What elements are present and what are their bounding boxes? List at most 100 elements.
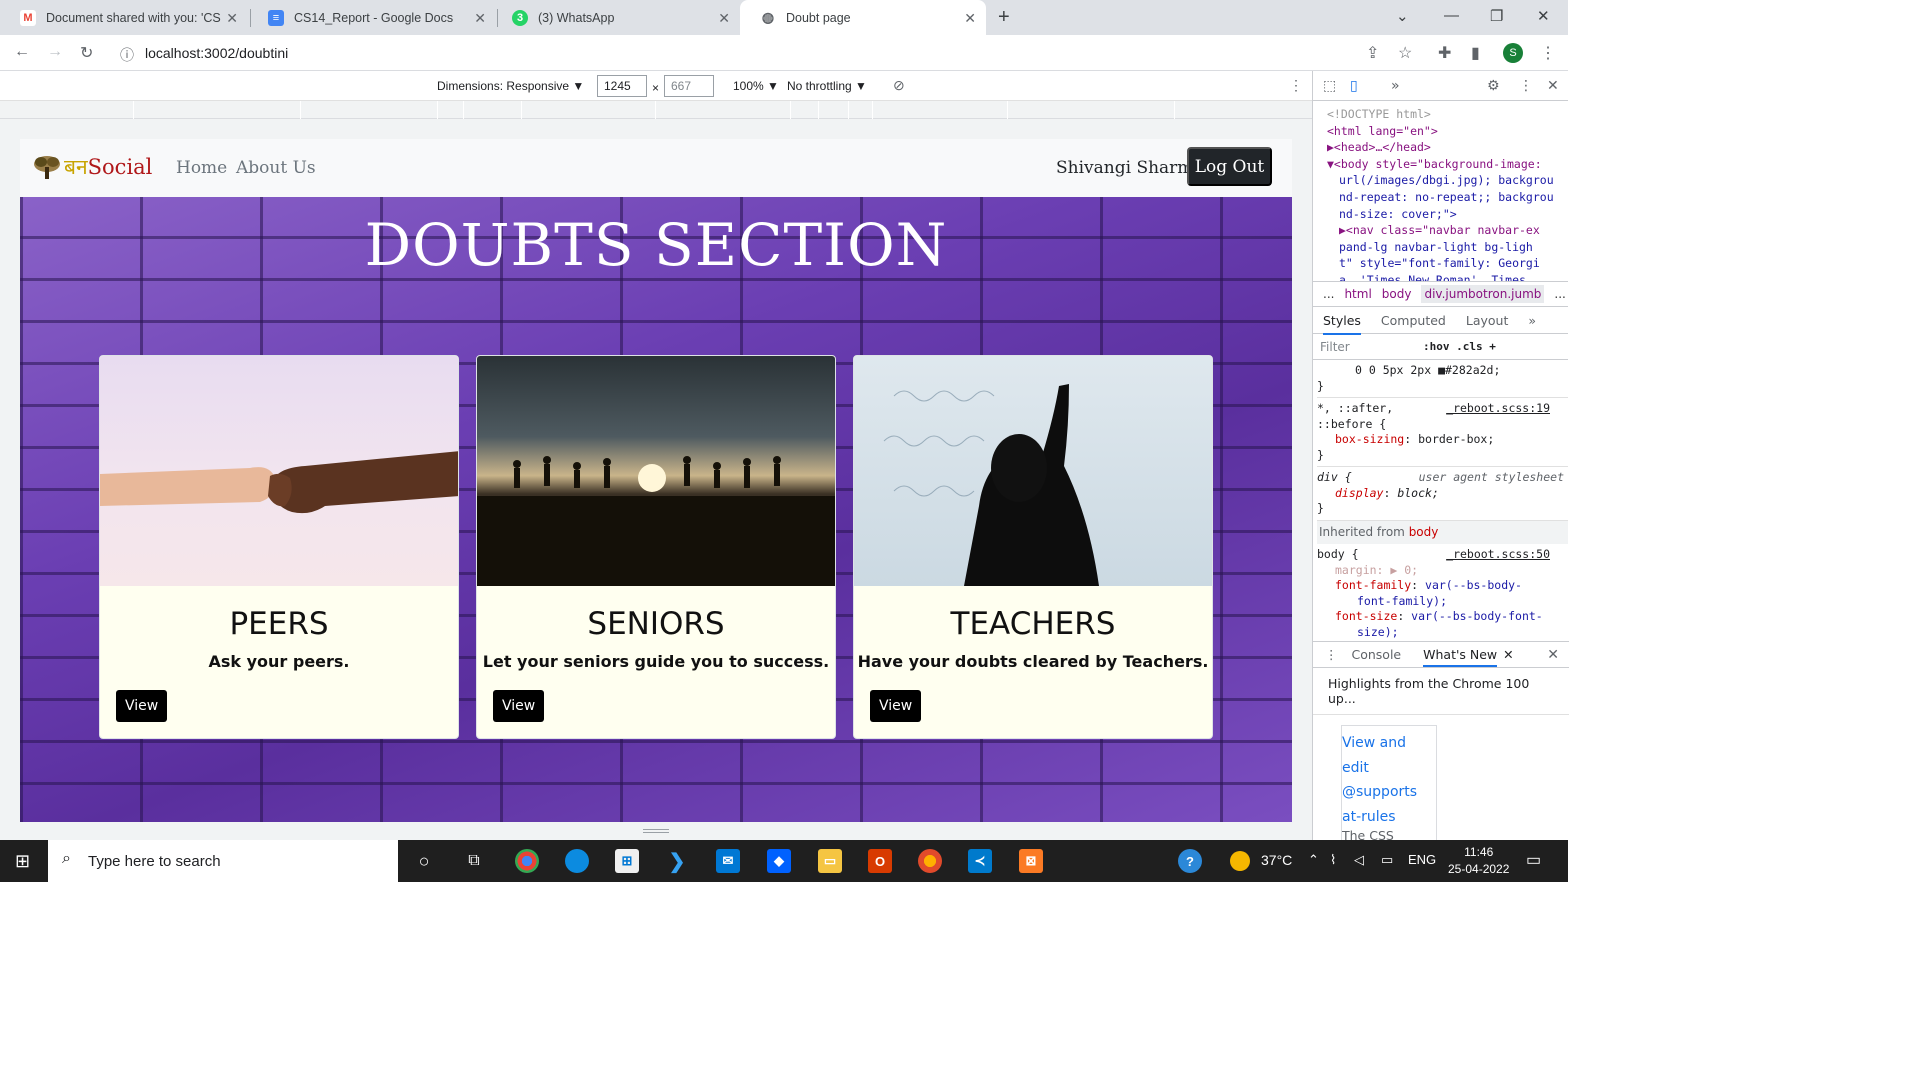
tab-doubt-page[interactable]: ◍ Doubt page ✕ (740, 0, 986, 35)
dropbox-icon[interactable]: ◆ (767, 849, 791, 873)
tab-whats-new[interactable]: What's New (1423, 647, 1498, 667)
task-view-icon[interactable]: ⧉ (462, 849, 486, 873)
close-icon[interactable]: ✕ (718, 10, 730, 27)
filter-input[interactable]: Filter (1320, 340, 1350, 354)
tab-search-icon[interactable]: ⌄ (1396, 7, 1409, 25)
crumb-body[interactable]: body (1382, 287, 1412, 301)
tab-docs[interactable]: ≡ CS14_Report - Google Docs ✕ (248, 0, 496, 35)
close-devtools-icon[interactable]: ✕ (1547, 78, 1559, 94)
close-drawer-icon[interactable]: ✕ (1547, 647, 1559, 663)
close-icon[interactable]: ✕ (964, 10, 976, 27)
crumb-more[interactable]: ... (1554, 287, 1565, 301)
tab-whatsapp[interactable]: 3 (3) WhatsApp ✕ (492, 0, 740, 35)
tab-styles[interactable]: Styles (1323, 313, 1361, 335)
info-icon[interactable]: ⓘ (120, 45, 134, 65)
height-input[interactable]: 667 (664, 75, 714, 97)
close-icon[interactable]: ✕ (474, 10, 486, 27)
battery-icon[interactable]: ▭ (1381, 852, 1393, 868)
style-line[interactable]: display: block; (1317, 486, 1568, 502)
maximize-button[interactable]: ❐ (1490, 7, 1503, 25)
share-icon[interactable]: ⇪ (1366, 43, 1379, 63)
dom-line[interactable]: ▶<head>…</head> (1327, 139, 1568, 156)
minimize-button[interactable]: — (1444, 7, 1459, 24)
style-line[interactable]: font-size: var(--bs-body-font- (1317, 609, 1568, 625)
dom-line[interactable]: ▼<body style="background-image: (1327, 156, 1568, 173)
nav-home[interactable]: Home (176, 158, 227, 178)
clock[interactable]: 11:46 25-04-2022 (1448, 844, 1509, 878)
dom-line[interactable]: nd-repeat: no-repeat;; backgrou (1327, 189, 1568, 206)
throttle-select[interactable]: No throttling ▼ (787, 79, 867, 93)
forward-icon[interactable]: → (47, 43, 63, 61)
side-panel-icon[interactable]: ▮ (1471, 43, 1480, 63)
office-icon[interactable]: O (868, 849, 892, 873)
dom-line[interactable]: a, 'Times New Roman', Times, (1327, 272, 1568, 281)
firefox-icon[interactable] (918, 849, 942, 873)
reload-icon[interactable]: ↻ (80, 43, 93, 63)
logout-button[interactable]: Log Out (1187, 147, 1272, 186)
notification-icon[interactable]: ▭ (1526, 850, 1541, 870)
dom-line[interactable]: nd-size: cover;"> (1327, 206, 1568, 223)
close-tab-icon[interactable]: ✕ (1503, 647, 1513, 662)
whats-new-card[interactable]: View and edit @supports at-rules The CSS… (1341, 725, 1437, 855)
extensions-icon[interactable]: ✚ (1438, 43, 1451, 63)
settings-icon[interactable]: ⚙ (1487, 78, 1500, 94)
more-tabs-icon[interactable]: » (1391, 78, 1400, 94)
dom-line[interactable]: pand-lg navbar-light bg-ligh (1327, 239, 1568, 256)
view-button[interactable]: View (116, 690, 168, 722)
store-icon[interactable]: ⊞ (615, 849, 639, 873)
edge-icon[interactable] (565, 849, 589, 873)
dom-line[interactable]: t" style="font-family: Georgi (1327, 255, 1568, 272)
style-line[interactable]: margin: ▶ 0; (1317, 563, 1568, 579)
media-query-ruler[interactable] (0, 101, 1312, 119)
more-options-icon[interactable]: ⋮ (1289, 77, 1303, 94)
help-icon[interactable]: ? (1178, 849, 1202, 873)
inspect-icon[interactable]: ⬚ (1323, 78, 1336, 94)
tab-computed[interactable]: Computed (1381, 313, 1446, 328)
rotate-icon[interactable]: ⊘ (893, 77, 905, 94)
vscode-icon[interactable]: ≺ (968, 849, 992, 873)
windows-start-icon[interactable]: ⊞ (15, 851, 30, 872)
device-toggle-icon[interactable]: ▯ (1350, 78, 1358, 94)
language-indicator[interactable]: ENG (1408, 852, 1436, 867)
chrome-icon[interactable] (515, 849, 539, 873)
cortana-icon[interactable]: ○ (412, 849, 436, 873)
url-input[interactable]: localhost:3002/doubtini (145, 45, 288, 61)
crumb-ellipsis[interactable]: ... (1323, 287, 1334, 301)
style-line[interactable]: box-sizing: border-box; (1317, 432, 1568, 448)
weather-icon[interactable] (1230, 851, 1250, 871)
profile-avatar[interactable]: S (1503, 43, 1523, 63)
tray-chevron-icon[interactable]: ⌃ (1308, 852, 1319, 868)
network-icon[interactable]: ⌇ (1330, 852, 1336, 868)
brand-logo[interactable]: बन Social (32, 153, 152, 181)
tab-console[interactable]: Console (1352, 647, 1402, 662)
menu-icon[interactable]: ⋮ (1540, 43, 1556, 63)
xampp-icon[interactable]: ⊠ (1019, 849, 1043, 873)
drawer-menu-icon[interactable]: ⋮ (1325, 647, 1338, 662)
style-line[interactable]: font-family: var(--bs-body- (1317, 578, 1568, 594)
nav-about-us[interactable]: About Us (236, 158, 316, 178)
crumb-html[interactable]: html (1344, 287, 1371, 301)
dom-line[interactable]: <!DOCTYPE html> (1327, 106, 1568, 123)
dom-line[interactable]: url(/images/dbgi.jpg); backgrou (1327, 172, 1568, 189)
view-button[interactable]: View (493, 690, 545, 722)
mail-icon[interactable]: ✉ (716, 849, 740, 873)
whats-new-link[interactable]: View and edit @supports at-rules (1342, 731, 1436, 829)
crumb-div[interactable]: div.jumbotron.jumb (1421, 285, 1545, 303)
resize-handle-icon[interactable] (643, 829, 669, 833)
dimensions-select[interactable]: Dimensions: Responsive ▼ (437, 79, 584, 93)
back-icon[interactable]: ← (14, 43, 30, 61)
filter-tools[interactable]: :hov .cls + (1423, 340, 1496, 353)
star-icon[interactable]: ☆ (1398, 43, 1412, 63)
width-input[interactable]: 1245 (597, 75, 647, 97)
volume-icon[interactable]: ◁ (1354, 852, 1364, 868)
source-link[interactable]: _reboot.scss:19 (1446, 401, 1550, 417)
powershell-icon[interactable]: ❯ (665, 849, 689, 873)
dom-line[interactable]: <html lang="en"> (1327, 123, 1568, 140)
source-link[interactable]: _reboot.scss:50 (1446, 547, 1550, 563)
tab-gmail[interactable]: M Document shared with you: 'CS1 ✕ (0, 0, 248, 35)
new-tab-button[interactable]: + (998, 6, 1010, 29)
close-window-button[interactable]: ✕ (1537, 7, 1550, 25)
zoom-select[interactable]: 100% ▼ (733, 79, 779, 93)
dom-tree[interactable]: <!DOCTYPE html> <html lang="en"> ▶<head>… (1313, 101, 1568, 281)
taskbar-search[interactable]: ⌕ Type here to search (48, 840, 398, 882)
